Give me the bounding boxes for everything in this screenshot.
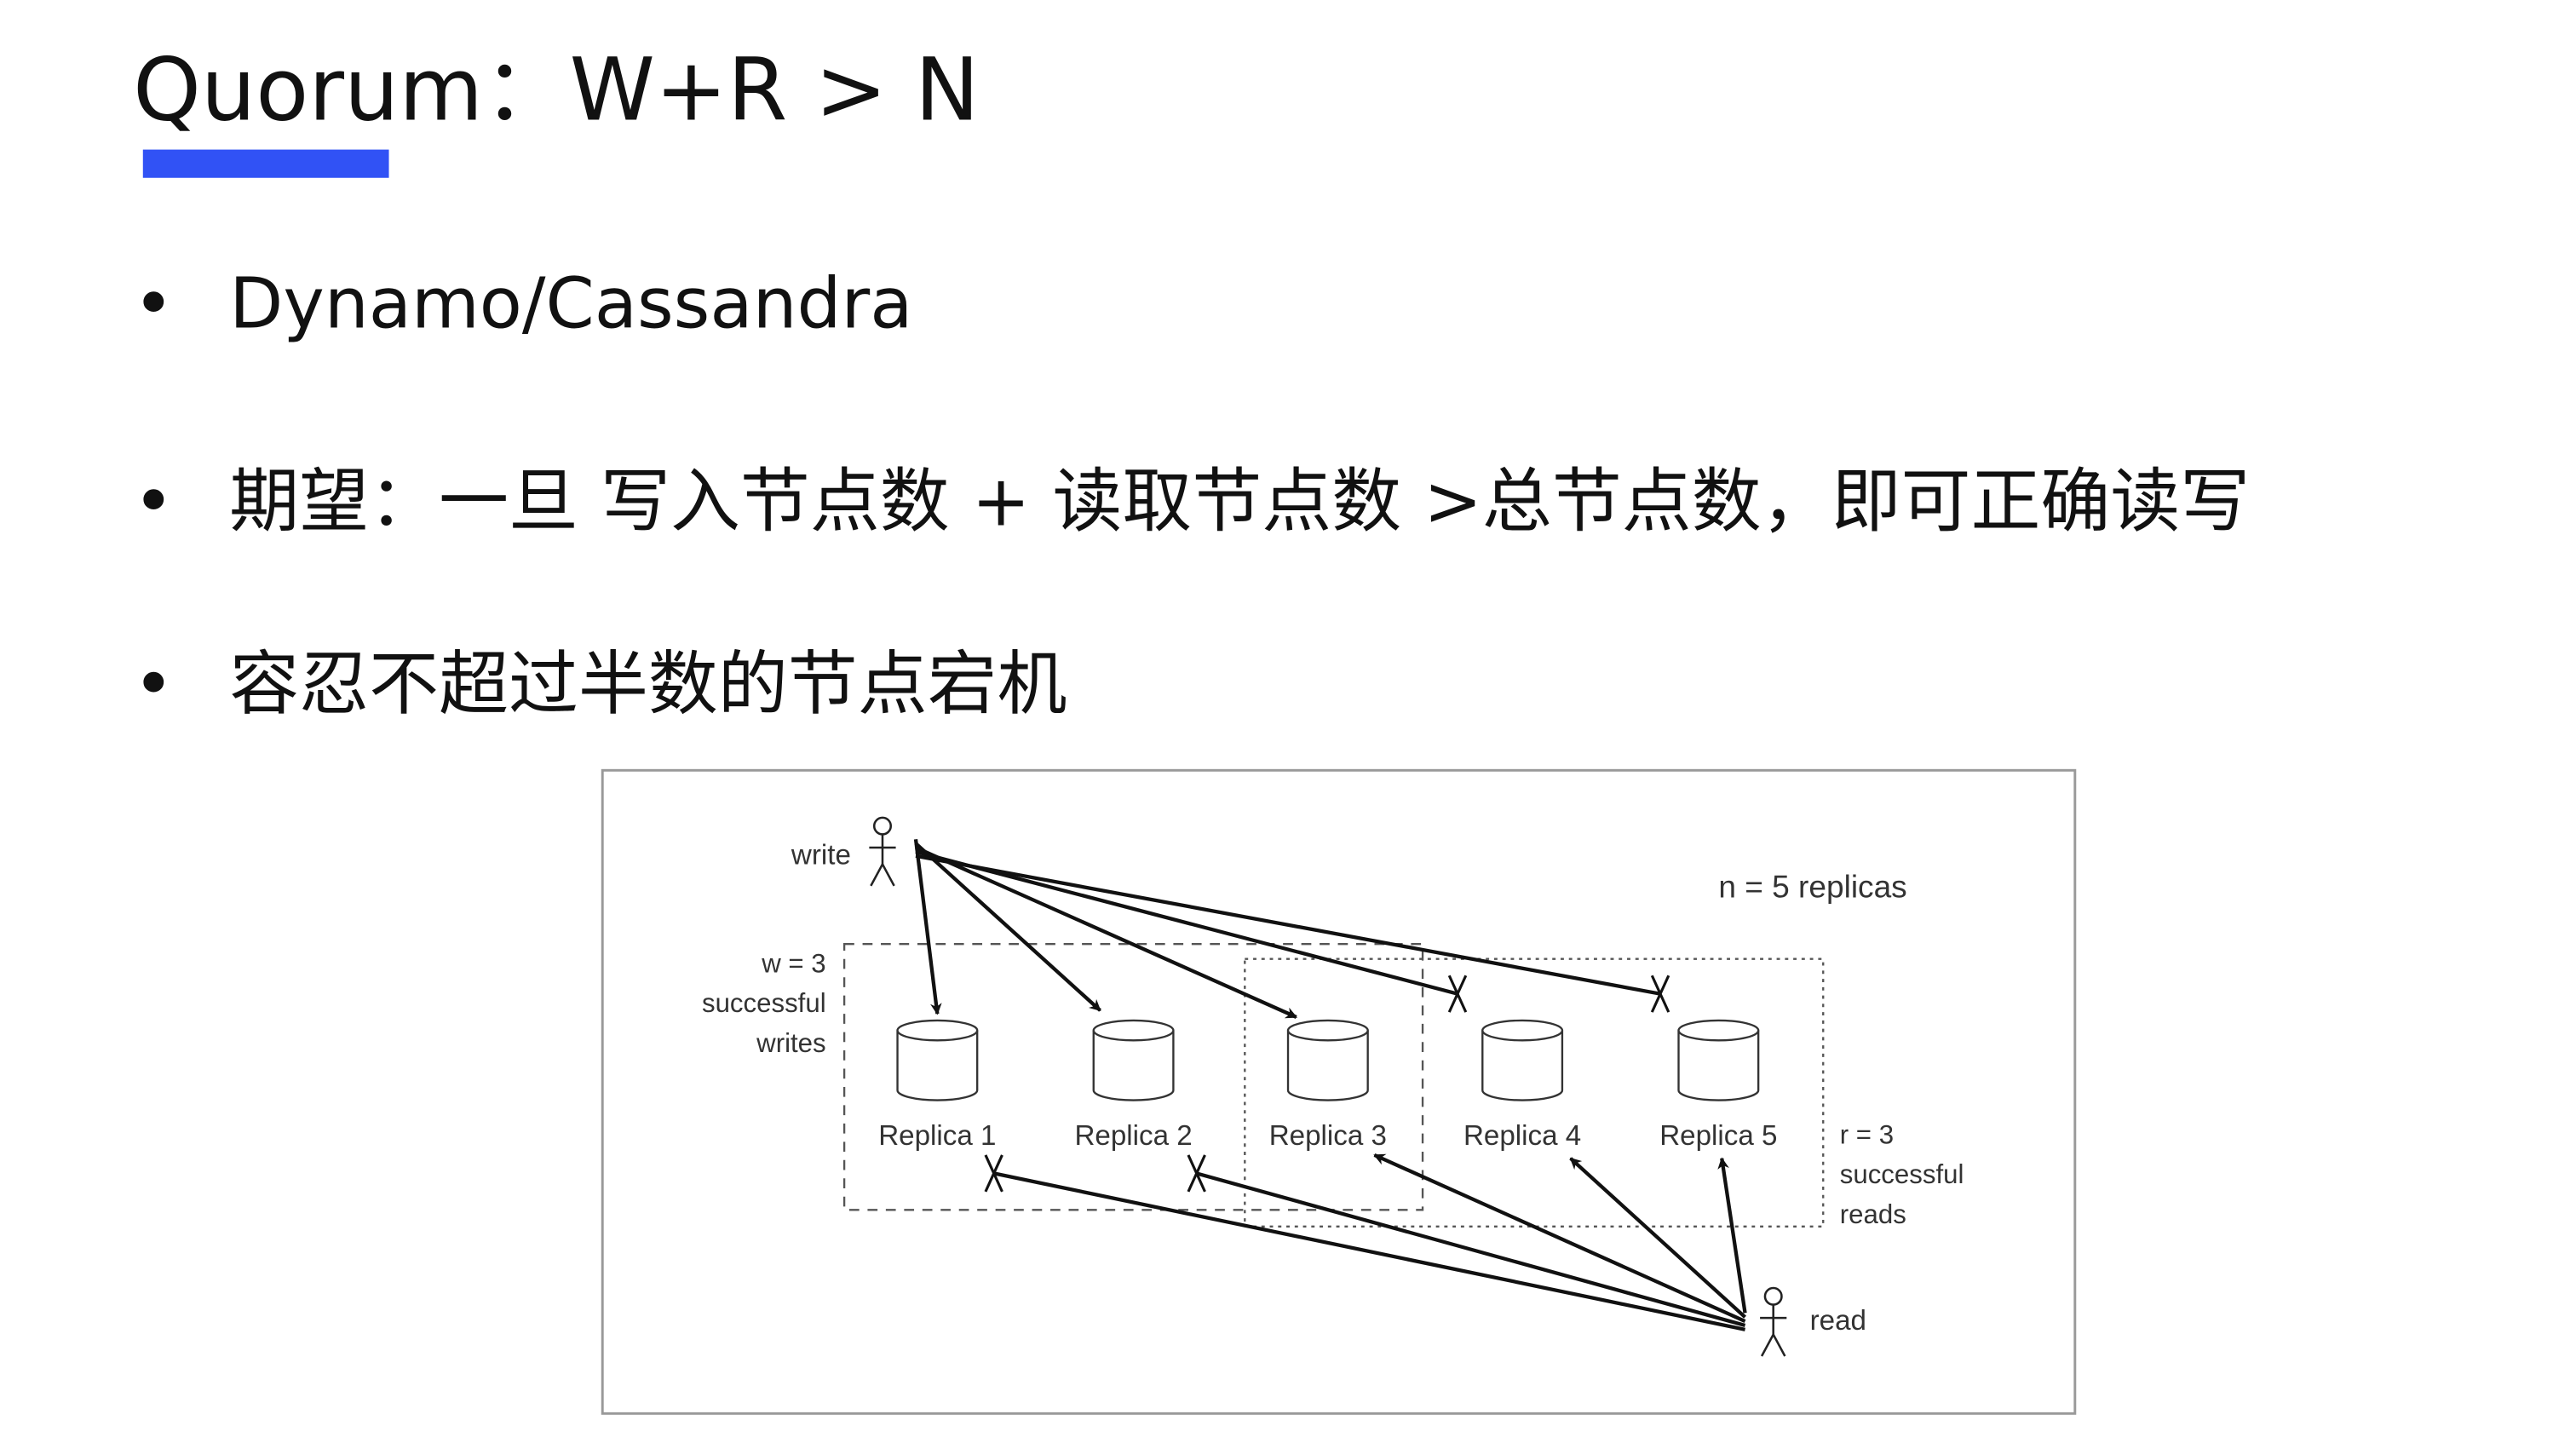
replica-cylinder-icon [1286, 1019, 1369, 1101]
replica-cylinder-icon [1677, 1019, 1760, 1101]
replica-cylinder-icon [1481, 1019, 1564, 1101]
quorum-diagram: Replica 1 Replica 2 Replica 3 Replica 4 Repl… [601, 768, 2077, 1415]
replica-label: Replica 5 [1659, 1120, 1777, 1152]
read-label: read [1810, 1305, 1866, 1337]
write-label: write [791, 840, 851, 871]
n-replicas-label: n = 5 replicas [1718, 869, 1906, 905]
replica-cylinder-icon [1092, 1019, 1175, 1101]
replica-label: Replica 4 [1463, 1120, 1581, 1152]
replica-label: Replica 1 [878, 1120, 996, 1152]
slide: Quorum：W+R > N • Dynamo/Cassandra • 期望：一旦 … [0, 0, 2576, 1449]
replica-cylinder-icon [896, 1019, 979, 1101]
replica-label: Replica 2 [1074, 1120, 1192, 1152]
replica-label: Replica 3 [1269, 1120, 1387, 1152]
